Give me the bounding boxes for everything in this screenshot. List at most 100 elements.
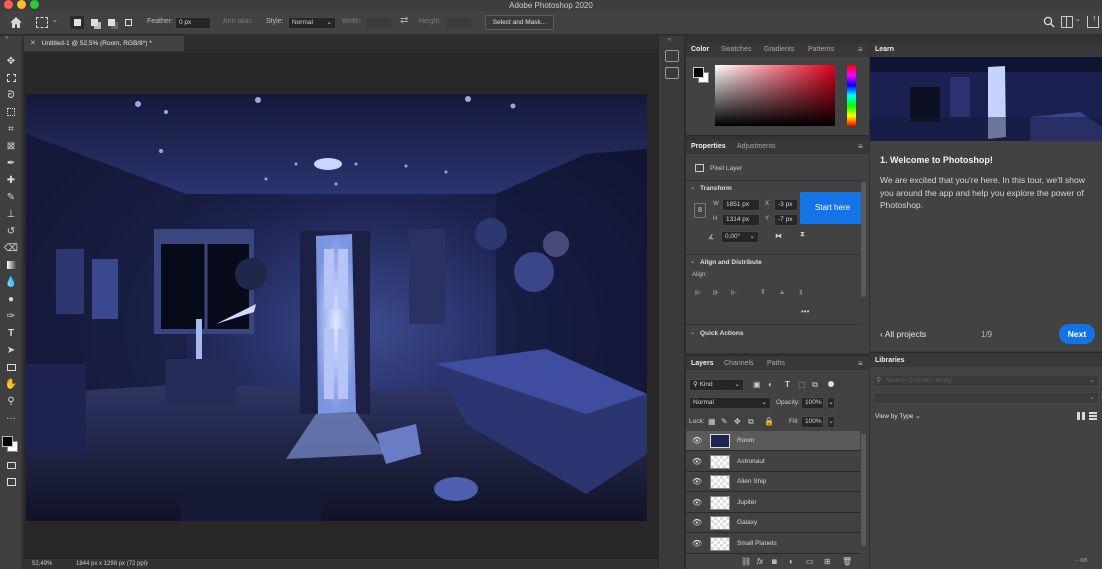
filter-type-icon[interactable]: T xyxy=(785,380,790,389)
list-view-icon[interactable] xyxy=(1089,412,1097,420)
angle-field[interactable]: 0,00° ⌄ xyxy=(721,231,759,243)
actions-panel-icon[interactable] xyxy=(665,67,679,79)
frame-tool-icon[interactable]: ⊠ xyxy=(3,139,19,153)
add-selection-icon[interactable] xyxy=(87,16,101,29)
height-field[interactable]: 1314 px xyxy=(722,214,760,226)
layer-row-galaxy[interactable]: 👁 Galaxy xyxy=(686,513,860,533)
more-options-icon[interactable]: ••• xyxy=(801,307,809,316)
grid-view-icon[interactable] xyxy=(1077,412,1085,420)
clone-stamp-tool-icon[interactable]: ⊥ xyxy=(3,207,19,221)
width-field[interactable]: 1851 px xyxy=(722,199,760,211)
swap-width-height-icon[interactable]: ⇄ xyxy=(400,15,408,26)
layer-row-astronaut[interactable]: 👁 Astronaut xyxy=(686,452,860,472)
zoom-level[interactable]: 52,49% xyxy=(32,561,52,567)
chevron-down-icon[interactable]: ⌄ xyxy=(690,258,695,265)
lock-image-pixels-icon[interactable]: ✎ xyxy=(721,417,728,426)
visibility-eye-icon[interactable]: 👁 xyxy=(690,457,704,466)
fill-input[interactable]: 100% xyxy=(801,416,824,428)
library-select[interactable]: ⌄ xyxy=(873,392,1099,404)
search-icon[interactable] xyxy=(1043,16,1055,28)
path-selection-tool-icon[interactable]: ➤ xyxy=(3,343,19,357)
dodge-tool-icon[interactable]: ● xyxy=(3,292,19,306)
visibility-eye-icon[interactable]: 👁 xyxy=(690,477,704,486)
hue-slider[interactable] xyxy=(847,65,856,126)
x-field[interactable]: -3 px xyxy=(774,199,798,211)
visibility-eye-icon[interactable]: 👁 xyxy=(690,518,704,527)
link-dimensions-icon[interactable]: 8 xyxy=(694,203,706,218)
tab-swatches[interactable]: Swatches xyxy=(721,46,751,53)
quick-actions-label[interactable]: Quick Actions xyxy=(700,330,743,337)
tab-gradients[interactable]: Gradients xyxy=(764,46,794,53)
zoom-tool-icon[interactable]: ⚲ xyxy=(3,394,19,408)
chevron-down-icon[interactable]: ⌄ xyxy=(1075,15,1081,23)
screen-mode-icon[interactable] xyxy=(3,475,19,489)
blur-tool-icon[interactable]: 💧 xyxy=(3,275,19,289)
type-tool-icon[interactable]: T xyxy=(3,326,19,340)
crop-tool-icon[interactable]: ⌗ xyxy=(3,122,19,136)
tab-learn[interactable]: Learn xyxy=(875,46,894,53)
eyedropper-tool-icon[interactable]: ✒ xyxy=(3,156,19,170)
align-section-label[interactable]: Align and Distribute xyxy=(700,259,762,266)
new-selection-icon[interactable] xyxy=(70,16,84,29)
intersect-selection-icon[interactable] xyxy=(121,16,135,29)
view-by-type-dropdown[interactable]: View by Type ⌄ xyxy=(875,412,921,420)
tab-properties[interactable]: Properties xyxy=(691,143,726,150)
filter-kind-select[interactable]: ⚲ Kind ⌄ xyxy=(689,379,744,391)
tab-channels[interactable]: Channels xyxy=(724,360,754,367)
delete-layer-icon[interactable]: 🗑 xyxy=(842,557,852,566)
flip-vertical-icon[interactable]: ⧗ xyxy=(800,231,805,239)
align-top-edges-icon[interactable]: ⫪ xyxy=(761,289,765,297)
gradient-tool-icon[interactable] xyxy=(3,258,19,272)
align-horizontal-centers-icon[interactable]: ⊪ xyxy=(713,289,719,297)
feather-input[interactable]: 0 px xyxy=(175,17,211,29)
align-vertical-centers-icon[interactable]: ⫨ xyxy=(780,289,784,297)
width-input[interactable] xyxy=(366,17,392,29)
pen-tool-icon[interactable]: ✑ xyxy=(3,309,19,323)
link-layers-icon[interactable]: ⛓ xyxy=(741,557,751,566)
antialias-checkbox-label[interactable]: Anti-alias xyxy=(223,18,252,25)
new-layer-icon[interactable]: ⊞ xyxy=(824,557,831,566)
chevron-down-icon[interactable]: ⌄ xyxy=(52,16,58,24)
library-search-field[interactable]: ⚲ Search Current Library ⌄ xyxy=(873,375,1099,387)
eraser-tool-icon[interactable]: ⌫ xyxy=(3,241,19,255)
tab-paths[interactable]: Paths xyxy=(767,360,785,367)
close-tab-icon[interactable]: ✕ xyxy=(30,40,36,47)
align-bottom-edges-icon[interactable]: ⫫ xyxy=(799,289,803,297)
transform-section-label[interactable]: Transform xyxy=(700,185,732,192)
rectangular-marquee-tool-icon[interactable] xyxy=(3,71,19,85)
healing-brush-tool-icon[interactable]: ✚ xyxy=(3,173,19,187)
lock-transparent-pixels-icon[interactable]: ▦ xyxy=(708,417,716,426)
quick-mask-icon[interactable] xyxy=(3,458,19,472)
edit-toolbar-icon[interactable]: ··· xyxy=(3,411,19,425)
select-and-mask-button[interactable]: Select and Mask... xyxy=(485,15,554,30)
filter-toggle-icon[interactable] xyxy=(828,381,834,387)
document-tab[interactable]: ✕ Untitled-1 @ 52,5% (Room, RGB/8*) * xyxy=(24,36,184,51)
align-left-edges-icon[interactable]: ⊫ xyxy=(695,289,701,297)
visibility-eye-icon[interactable]: 👁 xyxy=(690,436,704,445)
layer-row-alien-ship[interactable]: 👁 Alien Ship xyxy=(686,472,860,492)
workspace-icon[interactable] xyxy=(1061,16,1073,28)
history-panel-icon[interactable] xyxy=(665,50,679,62)
layer-row-small-planets[interactable]: 👁 Small Planets xyxy=(686,534,860,554)
add-layer-style-button[interactable]: fx xyxy=(757,557,763,566)
start-here-tooltip[interactable]: Start here xyxy=(800,192,865,224)
style-select[interactable]: Normal ⌄ xyxy=(288,17,336,29)
layer-row-room[interactable]: 👁 Room xyxy=(686,431,860,451)
chevron-down-icon[interactable]: ⌄ xyxy=(827,416,835,428)
tab-layers[interactable]: Layers xyxy=(691,360,714,367)
lock-artboard-icon[interactable]: ⧉ xyxy=(748,417,754,427)
align-right-edges-icon[interactable]: ⊩ xyxy=(731,289,737,297)
tab-patterns[interactable]: Patterns xyxy=(808,46,834,53)
adjustment-layer-icon[interactable]: ◐ xyxy=(789,557,794,566)
blend-mode-select[interactable]: Normal ⌄ xyxy=(689,397,771,409)
rectangle-tool-icon[interactable] xyxy=(3,360,19,374)
panel-menu-icon[interactable]: ≡ xyxy=(858,45,863,54)
history-brush-tool-icon[interactable]: ↺ xyxy=(3,224,19,238)
chevron-down-icon[interactable]: ⌄ xyxy=(690,329,695,336)
move-tool-icon[interactable]: ✥ xyxy=(3,54,19,68)
scrollbar[interactable] xyxy=(861,182,866,297)
share-icon[interactable]: ↑ xyxy=(1087,13,1099,28)
visibility-eye-icon[interactable]: 👁 xyxy=(690,498,704,507)
visibility-eye-icon[interactable]: 👁 xyxy=(690,539,704,548)
filter-adjustment-icon[interactable]: ◐ xyxy=(768,380,773,389)
